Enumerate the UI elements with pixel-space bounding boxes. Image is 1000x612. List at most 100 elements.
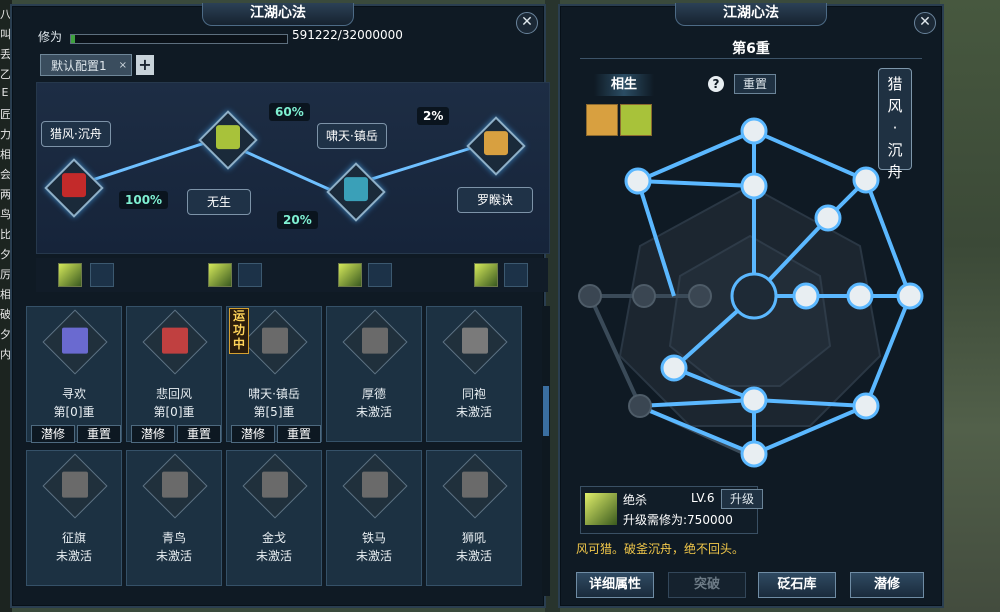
xinfa-card[interactable]: 狮吼 未激活 xyxy=(426,450,522,586)
scroll-thumb[interactable] xyxy=(543,386,549,436)
card-scrollbar[interactable] xyxy=(542,306,550,596)
skill-slot-3[interactable] xyxy=(368,263,392,287)
skill-icon-2[interactable] xyxy=(208,263,232,287)
skill-icon-3[interactable] xyxy=(338,263,362,287)
meridian-node[interactable] xyxy=(740,117,768,145)
meridian-node[interactable] xyxy=(814,204,842,232)
side-letter: 八 xyxy=(0,8,11,21)
xinfa-card[interactable]: 厚德 未激活 xyxy=(326,306,422,442)
xinfa-card[interactable]: 运功中 啸天·镇岳 第[5]重 潜修 重置 xyxy=(226,306,322,443)
path-percent-2: 60% xyxy=(269,103,310,121)
xinfa-card[interactable]: 金戈 未激活 xyxy=(226,450,322,586)
book-icon xyxy=(462,471,488,498)
meridian-node[interactable] xyxy=(660,354,688,382)
meridian-node[interactable] xyxy=(852,166,880,194)
xinfa-card-name: 厚德 xyxy=(361,387,386,401)
xinfa-card-level: 未激活 xyxy=(155,549,192,563)
skill-name: 绝杀 xyxy=(623,493,648,507)
config-tab[interactable]: 默认配置1 × xyxy=(40,54,132,76)
book-icon xyxy=(62,327,88,354)
meridian-node[interactable] xyxy=(792,282,820,310)
xinfa-card-name: 悲回风 xyxy=(155,387,192,401)
xinfa-card-frame xyxy=(142,309,208,375)
bianshi-library-button[interactable]: 砭石库 xyxy=(758,572,836,598)
side-letter: 丢 xyxy=(0,48,11,61)
breakthrough-button[interactable]: 突破 xyxy=(668,572,746,598)
upgrade-button[interactable]: 升级 xyxy=(721,489,763,509)
xinfa-card[interactable]: 铁马 未激活 xyxy=(326,450,422,586)
xinfa-card-frame xyxy=(342,309,408,375)
left-close-button[interactable]: ✕ xyxy=(516,12,538,34)
xinfa-card[interactable]: 青鸟 未激活 xyxy=(126,450,222,586)
xinfa-card[interactable]: 同袍 未激活 xyxy=(426,306,522,442)
locked-node[interactable] xyxy=(688,284,712,308)
side-letter: 叫 xyxy=(0,28,11,41)
xinfa-card[interactable]: 征旗 未激活 xyxy=(26,450,122,586)
qianxiu-button[interactable]: 潜修 xyxy=(231,425,275,443)
meridian-node[interactable] xyxy=(740,440,768,468)
xinfa-card-frame xyxy=(442,309,508,375)
side-letter: E xyxy=(1,86,9,99)
qianxiu-button[interactable]: 潜修 xyxy=(31,425,75,443)
path-node-label-3: 啸天·镇岳 xyxy=(317,123,387,149)
side-letter: 力 xyxy=(0,128,11,141)
xinfa-card-name: 征旗 xyxy=(61,531,86,545)
side-letter: 乙 xyxy=(0,68,11,81)
xinfa-card-level: 未激活 xyxy=(455,549,492,563)
side-letter: 两 xyxy=(0,188,11,201)
skill-icon-1[interactable] xyxy=(58,263,82,287)
side-letter: 夕 xyxy=(0,328,11,341)
qianxiu-button[interactable]: 潜修 xyxy=(131,425,175,443)
core-node[interactable] xyxy=(730,272,778,320)
path-node-label-2: 无生 xyxy=(187,189,251,215)
locked-node[interactable] xyxy=(632,284,656,308)
cultivation-path: 猎风·沉舟 100% 60% 无生 啸天·镇岳 20% 2% 罗睺诀 xyxy=(36,82,550,254)
flavor-text: 风可猎。破釜沉舟，绝不回头。 xyxy=(576,542,745,556)
xinfa-card-level: 未激活 xyxy=(255,549,292,563)
divider xyxy=(580,58,922,59)
side-letter: 相 xyxy=(0,148,11,161)
xinfa-card-frame xyxy=(142,453,208,519)
right-close-button[interactable]: ✕ xyxy=(914,12,936,34)
side-letter: 内 xyxy=(0,348,11,361)
path-line xyxy=(70,137,482,193)
xinfa-card-name: 寻欢 xyxy=(61,387,86,401)
reset-button[interactable]: 重置 xyxy=(77,425,121,443)
locked-node[interactable] xyxy=(628,394,652,418)
reset-button[interactable]: 重置 xyxy=(177,425,221,443)
xinfa-card-frame xyxy=(242,453,308,519)
detail-attributes-button[interactable]: 详细属性 xyxy=(576,572,654,598)
skill-slot-4[interactable] xyxy=(504,263,528,287)
xinfa-card-name: 金戈 xyxy=(261,531,286,545)
right-panel: 江湖心法 ✕ 第6重 相生 ? 重置 猎风·沉舟 绝杀 LV.6 升级 升级需修… xyxy=(558,3,944,608)
meridian-node[interactable] xyxy=(740,386,768,414)
reset-button[interactable]: 重置 xyxy=(277,425,321,443)
side-letter: 会 xyxy=(0,168,11,181)
add-config-button[interactable]: + xyxy=(136,55,154,75)
skill-strip xyxy=(36,258,548,292)
xinfa-card-frame xyxy=(342,453,408,519)
skill-slot-1[interactable] xyxy=(90,263,114,287)
skill-info-box: 绝杀 LV.6 升级 升级需修为:750000 xyxy=(580,486,763,534)
meridian-node[interactable] xyxy=(740,172,768,200)
xinfa-card[interactable]: 寻欢 第[0]重 潜修 重置 xyxy=(26,306,122,443)
help-icon[interactable]: ? xyxy=(708,76,724,92)
side-letter: 鸟 xyxy=(0,208,11,221)
background-right-scene xyxy=(940,0,1000,612)
meridian-node[interactable] xyxy=(624,167,652,195)
active-badge: 运功中 xyxy=(229,308,249,354)
side-letter: 夕 xyxy=(0,248,11,261)
meridian-node[interactable] xyxy=(846,282,874,310)
qianxiu-button[interactable]: 潜修 xyxy=(850,572,924,598)
config-tab-label: 默认配置1 xyxy=(51,59,107,73)
meridian-node[interactable] xyxy=(896,282,924,310)
reset-button[interactable]: 重置 xyxy=(734,74,776,94)
meridian-node[interactable] xyxy=(852,392,880,420)
xiangsheng-label: 相生 xyxy=(594,74,654,96)
xinfa-card[interactable]: 悲回风 第[0]重 潜修 重置 xyxy=(126,306,222,443)
config-tab-close-icon[interactable]: × xyxy=(119,55,127,77)
skill-slot-2[interactable] xyxy=(238,263,262,287)
skill-icon-4[interactable] xyxy=(474,263,498,287)
locked-node[interactable] xyxy=(578,284,602,308)
xinfa-card-frame xyxy=(242,309,308,375)
